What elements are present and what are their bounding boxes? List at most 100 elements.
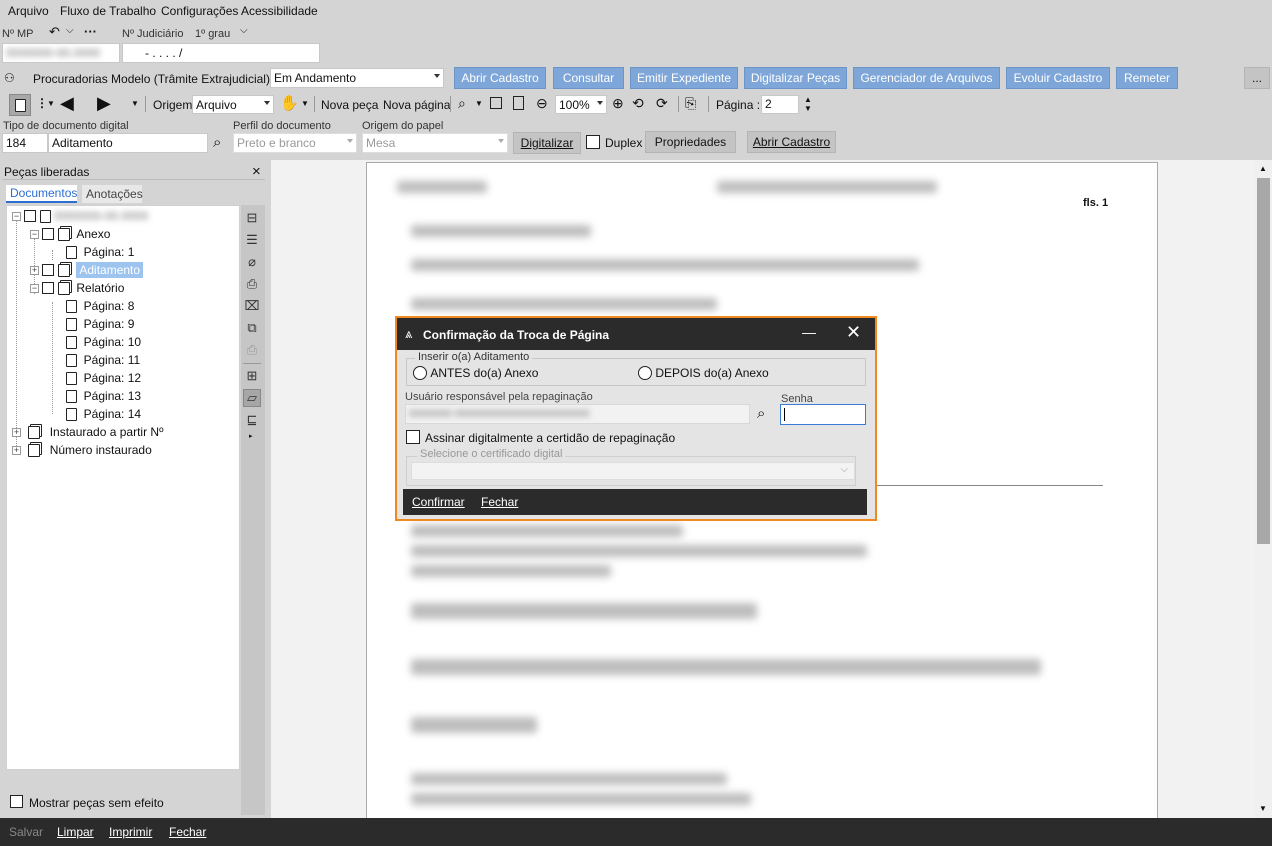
fit-page-icon[interactable]	[513, 96, 524, 110]
copy-icon[interactable]: ⧉	[243, 319, 261, 337]
emitir-expediente-button[interactable]: Emitir Expediente	[630, 67, 738, 89]
tree-structure-icon[interactable]: ⊟	[243, 209, 261, 227]
close-icon[interactable]: ✕	[846, 322, 861, 343]
list-icon[interactable]: ☰	[243, 231, 261, 249]
rotate-left-icon[interactable]: ⟲	[632, 95, 644, 112]
antes-radio[interactable]	[413, 366, 427, 380]
dropdown-arrow-icon[interactable]: ▼	[47, 99, 55, 108]
tree-item-relatorio[interactable]: − Relatório	[30, 279, 124, 297]
tree-item-instaurado[interactable]: + Instaurado a partir Nº	[12, 423, 163, 441]
menu-configuracoes[interactable]: Configurações	[161, 4, 238, 18]
abrir-cadastro-button[interactable]: Abrir Cadastro	[454, 67, 546, 89]
menu-fluxo[interactable]: Fluxo de Trabalho	[60, 4, 156, 18]
document-mode-button[interactable]	[9, 94, 31, 116]
tab-anotacoes[interactable]: Anotações	[82, 185, 143, 203]
more-icon[interactable]: ···	[84, 24, 97, 39]
confirmar-button[interactable]: Confirmar	[412, 495, 465, 509]
consultar-button[interactable]: Consultar	[553, 67, 624, 89]
scroll-up-icon[interactable]: ▲	[1259, 164, 1267, 173]
next-page-icon[interactable]: ▶	[97, 93, 111, 114]
tab-documentos[interactable]: Documentos	[6, 185, 77, 203]
tree-item-numero[interactable]: + Número instaurado	[12, 441, 152, 459]
fit-width-icon[interactable]	[490, 97, 502, 109]
search-dropdown-icon[interactable]: ▼	[475, 99, 483, 108]
tipo-code-input[interactable]: 184	[2, 133, 48, 153]
nova-pagina-button[interactable]: Nova página	[383, 98, 450, 112]
undo-icon[interactable]: ↶	[49, 24, 60, 40]
tree-item-pagina-9[interactable]: Página: 9	[66, 315, 134, 333]
propriedades-button[interactable]: Propriedades	[645, 131, 736, 153]
assinar-checkbox[interactable]	[406, 430, 420, 444]
zoom-select[interactable]: 100%	[555, 95, 607, 114]
vertical-scrollbar[interactable]: ▲ ▼	[1255, 160, 1272, 818]
depois-radio[interactable]	[638, 366, 652, 380]
antes-option[interactable]: ANTES do(a) Anexo	[413, 366, 538, 380]
pagina-spinner-icon[interactable]: ▲ ▼	[804, 95, 812, 113]
depois-option[interactable]: DEPOIS do(a) Anexo	[638, 366, 769, 380]
digitalizar-button[interactable]: Digitalizar	[513, 132, 581, 154]
expand-icon[interactable]: +	[12, 445, 21, 455]
collapse-icon[interactable]: −	[30, 283, 39, 293]
origem-papel-select[interactable]: Mesa	[362, 133, 508, 153]
more-arrow-icon[interactable]: ▸	[249, 432, 253, 440]
duplex-checkbox[interactable]	[586, 135, 600, 149]
tree-item-pagina-11[interactable]: Página: 11	[66, 351, 140, 369]
abrir-cadastro-digit-button[interactable]: Abrir Cadastro	[747, 131, 836, 153]
chevron-down-icon[interactable]: ⌵	[66, 25, 74, 36]
imprimir-button[interactable]: Imprimir	[109, 825, 152, 839]
panel-close-icon[interactable]: ×	[252, 163, 261, 180]
note-icon[interactable]: ▱	[243, 389, 261, 407]
perfil-select[interactable]: Preto e branco	[233, 133, 357, 153]
limpar-button[interactable]: Limpar	[57, 825, 94, 839]
menu-acessibilidade[interactable]: Acessibilidade	[241, 4, 318, 18]
attachment-icon[interactable]: ⌀	[243, 253, 261, 271]
menu-arquivo[interactable]: Arquivo	[8, 4, 49, 18]
remove-doc-icon[interactable]: ⌧	[243, 297, 261, 315]
mostrar-checkbox[interactable]	[10, 795, 23, 808]
hand-icon[interactable]: ✋	[280, 94, 299, 112]
tree-item-aditamento[interactable]: + Aditamento	[30, 261, 144, 279]
digitalizar-pecas-button[interactable]: Digitalizar Peças	[744, 67, 847, 89]
tree-checkbox[interactable]	[42, 228, 55, 240]
page-settings-icon[interactable]: ⎘	[685, 95, 696, 112]
usuario-input[interactable]: 0000000 0000000000000000000000	[405, 404, 750, 424]
fechar-button[interactable]: Fechar	[169, 825, 206, 839]
collapse-icon[interactable]: −	[12, 211, 21, 221]
tree-item-pagina-1[interactable]: Página: 1	[66, 243, 134, 261]
tree-checkbox[interactable]	[42, 282, 55, 294]
tree-item-pagina-13[interactable]: Página: 13	[66, 387, 141, 405]
nmp-input[interactable]: 0000000-00.0000	[2, 43, 120, 63]
tree-item-pagina-10[interactable]: Página: 10	[66, 333, 141, 351]
tree-checkbox[interactable]	[24, 210, 37, 222]
nova-peca-button[interactable]: Nova peça	[321, 98, 378, 112]
hand-dropdown-icon[interactable]: ▼	[301, 99, 309, 108]
scroll-thumb[interactable]	[1257, 178, 1270, 544]
grau-chevron-icon[interactable]: ⌵	[240, 25, 248, 36]
previous-page-icon[interactable]: ◀	[60, 93, 74, 114]
judicial-input[interactable]: - . . . . /	[122, 43, 320, 63]
certificate-icon[interactable]: ⎙	[243, 275, 261, 293]
tipo-search-icon[interactable]: ⌕	[213, 134, 221, 151]
remeter-button[interactable]: Remeter	[1116, 67, 1178, 89]
zoom-in-icon[interactable]: ⊕	[612, 95, 624, 112]
rotate-right-icon[interactable]: ⟳	[656, 95, 668, 112]
next-dropdown-icon[interactable]: ▼	[131, 99, 139, 108]
tree-checkbox[interactable]	[42, 264, 55, 276]
evoluir-cadastro-button[interactable]: Evoluir Cadastro	[1006, 67, 1110, 89]
tree-item-anexo[interactable]: − Anexo	[30, 225, 110, 243]
scroll-down-icon[interactable]: ▼	[1259, 804, 1267, 813]
tipo-value-input[interactable]: Aditamento	[48, 133, 208, 153]
zoom-out-icon[interactable]: ⊖	[536, 95, 548, 112]
expand-icon[interactable]: +	[12, 427, 21, 437]
tree-item-pagina-8[interactable]: Página: 8	[66, 297, 134, 315]
usuario-search-icon[interactable]: ⌕	[757, 405, 765, 422]
fechar-dialog-button[interactable]: Fechar	[481, 495, 518, 509]
pagina-input[interactable]: 2	[761, 95, 799, 114]
cert-select[interactable]: ⌵	[411, 462, 855, 480]
expand-icon[interactable]: +	[30, 265, 39, 275]
more-options-button[interactable]: ...	[1244, 67, 1270, 89]
senha-input[interactable]	[780, 404, 866, 425]
gerenciador-arquivos-button[interactable]: Gerenciador de Arquivos	[853, 67, 1000, 89]
minimize-icon[interactable]: —	[802, 324, 816, 340]
collapse-icon[interactable]: −	[30, 229, 39, 239]
